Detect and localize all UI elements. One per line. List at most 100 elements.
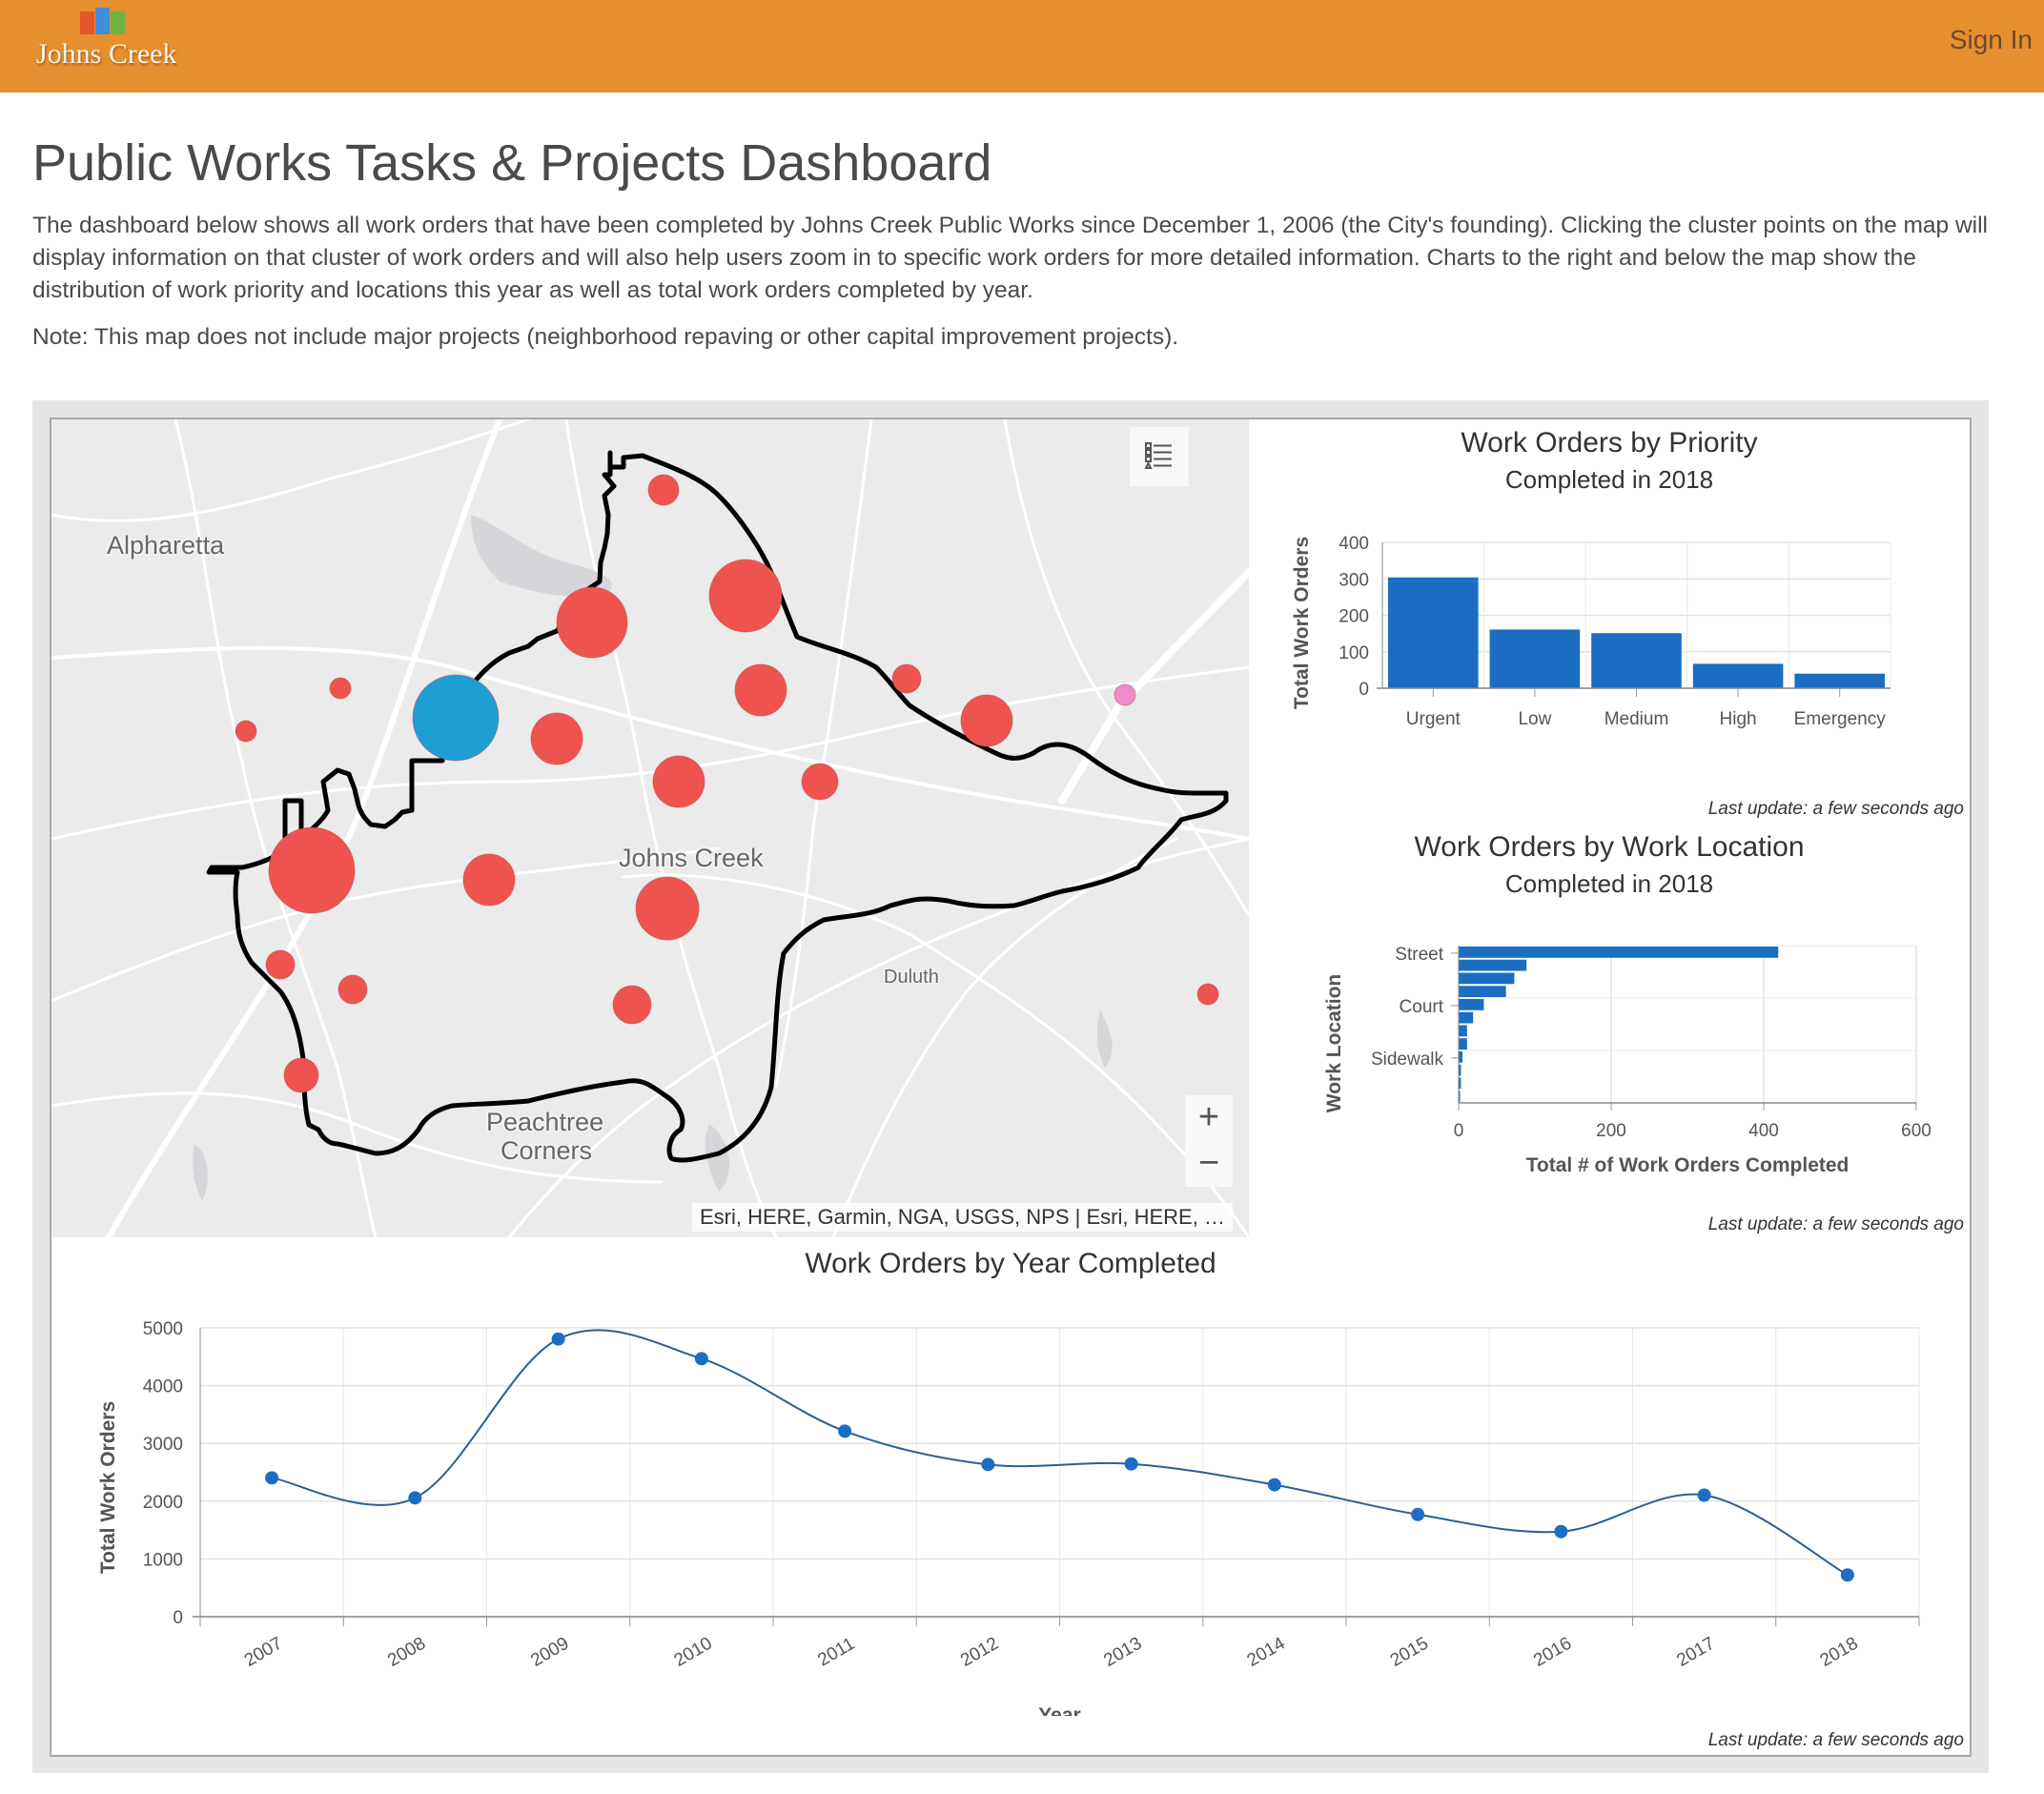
y-tick-label: 4000 [143, 1377, 183, 1397]
x-axis-title: Total # of Work Orders Completed [1526, 1154, 1850, 1176]
y-axis-title: Work Location [1323, 974, 1345, 1112]
location-last-update: Last update: a few seconds ago [1707, 1214, 1964, 1234]
map-canvas[interactable] [51, 419, 1249, 1237]
bar [1459, 947, 1779, 958]
bar [1459, 1051, 1462, 1063]
map-label-peachtree: Peachtree [486, 1108, 604, 1136]
cluster-point[interactable] [556, 586, 628, 659]
bar [1489, 629, 1581, 688]
x-tick-label: 2012 [957, 1634, 1002, 1671]
x-tick-label: 600 [1901, 1121, 1932, 1141]
cluster-point[interactable] [652, 755, 705, 808]
bar [1794, 673, 1885, 688]
y-tick-label: 400 [1339, 534, 1369, 554]
x-tick-label: 2017 [1673, 1634, 1718, 1671]
cluster-point[interactable] [462, 853, 516, 907]
cluster-point[interactable] [891, 663, 922, 694]
y-tick-label: 3000 [143, 1435, 183, 1455]
x-tick-label: 2007 [241, 1634, 286, 1671]
y-tick-label: 100 [1339, 643, 1369, 663]
cluster-point[interactable] [265, 949, 296, 980]
bar [1459, 1011, 1474, 1024]
top-bar [0, 0, 2044, 92]
location-bar-chart: 0 200 400 600 Street Court Sidewalk Total # of … [1323, 945, 1932, 1176]
y-tick-label: Street [1395, 945, 1443, 965]
zoom-out-button[interactable]: − [1185, 1141, 1233, 1187]
y-axis-title: Total Work Orders [97, 1401, 119, 1574]
cluster-point[interactable] [337, 974, 368, 1005]
work-orders-map[interactable]: Alpharetta Johns Creek Duluth Peachtree … [51, 419, 1249, 1237]
cluster-point[interactable] [635, 876, 700, 941]
data-point [1124, 1457, 1138, 1471]
y-axis-title: Total Work Orders [1291, 537, 1313, 709]
location-chart-title: Work Orders by Work Location [1414, 831, 1805, 863]
map-label-johns-creek: Johns Creek [619, 844, 764, 872]
map-zoom-control: + − [1185, 1095, 1233, 1187]
year-chart-title: Work Orders by Year Completed [805, 1248, 1216, 1279]
cluster-point[interactable] [708, 559, 783, 633]
bar [1459, 986, 1506, 997]
x-tick-label: 2010 [671, 1634, 716, 1671]
year-line-chart: 0 1000 2000 3000 4000 5000 2007 2008 2009 2010 201… [97, 1319, 1920, 1716]
map-label-alpharetta: Alpharetta [107, 531, 225, 560]
logo-flag-green-icon [111, 11, 125, 40]
x-tick-label: 400 [1748, 1121, 1779, 1141]
y-tick-label: 300 [1339, 570, 1369, 590]
bar [1459, 959, 1527, 971]
data-point [981, 1458, 995, 1472]
legend-button[interactable] [1130, 427, 1189, 486]
map-attribution[interactable]: Esri, HERE, Garmin, NGA, USGS, NPS | Esr… [692, 1203, 1233, 1232]
data-point [1554, 1524, 1568, 1539]
cluster-point[interactable] [268, 826, 356, 914]
logo-flag-blue-icon [95, 8, 110, 40]
single-work-order-point[interactable] [1114, 683, 1136, 706]
x-tick-label: 2016 [1530, 1634, 1575, 1671]
bar [1459, 999, 1484, 1010]
priority-last-update: Last update: a few seconds ago [1707, 799, 1964, 819]
sign-in-link[interactable]: Sign In [1950, 25, 2033, 55]
priority-chart-title: Work Orders by Priority [1461, 427, 1758, 459]
logo-text: Johns Creek [36, 38, 177, 70]
cluster-point[interactable] [801, 763, 839, 801]
cluster-point[interactable] [283, 1057, 319, 1093]
data-point [1267, 1478, 1281, 1492]
x-tick-label: 2018 [1817, 1634, 1862, 1671]
bar [1459, 1038, 1467, 1050]
y-tick-label: 0 [1359, 680, 1369, 700]
cluster-point[interactable] [1196, 983, 1219, 1006]
bar [1388, 577, 1479, 688]
cluster-point[interactable] [960, 694, 1013, 747]
cluster-point[interactable] [734, 663, 787, 717]
cluster-point[interactable] [530, 712, 583, 765]
cluster-point[interactable] [329, 677, 352, 700]
data-point [1411, 1507, 1425, 1521]
intro-paragraph: The dashboard below shows all work order… [32, 213, 1989, 303]
x-tick-label: Low [1518, 709, 1551, 729]
x-tick-label: 2014 [1244, 1633, 1289, 1671]
data-point [551, 1332, 565, 1346]
map-label-duluth: Duluth [884, 967, 939, 988]
y-tick-label: 200 [1339, 607, 1369, 627]
data-point [1840, 1568, 1854, 1582]
x-tick-label: 2008 [384, 1634, 429, 1671]
cluster-point[interactable] [235, 720, 257, 743]
x-tick-label: 2011 [814, 1634, 858, 1671]
city-logo[interactable]: Johns Creek [34, 8, 187, 88]
data-point [694, 1352, 708, 1366]
x-tick-label: 2015 [1387, 1634, 1432, 1671]
note-paragraph: Note: This map does not include major pr… [32, 324, 1179, 350]
y-tick-label: 5000 [143, 1319, 183, 1339]
data-point [838, 1424, 852, 1438]
cluster-point[interactable] [612, 985, 652, 1025]
bar [1459, 972, 1515, 985]
x-tick-label: 2013 [1100, 1634, 1145, 1671]
cluster-point[interactable] [647, 474, 680, 506]
bar [1591, 633, 1682, 688]
logo-flag-orange-icon [80, 11, 94, 40]
x-axis-title: Year [1038, 1704, 1080, 1716]
selected-cluster-point[interactable] [412, 674, 500, 762]
x-tick-label: Emergency [1794, 709, 1887, 729]
y-tick-label: 0 [173, 1608, 183, 1628]
zoom-in-button[interactable]: + [1185, 1095, 1233, 1141]
y-tick-label: 1000 [143, 1550, 183, 1570]
